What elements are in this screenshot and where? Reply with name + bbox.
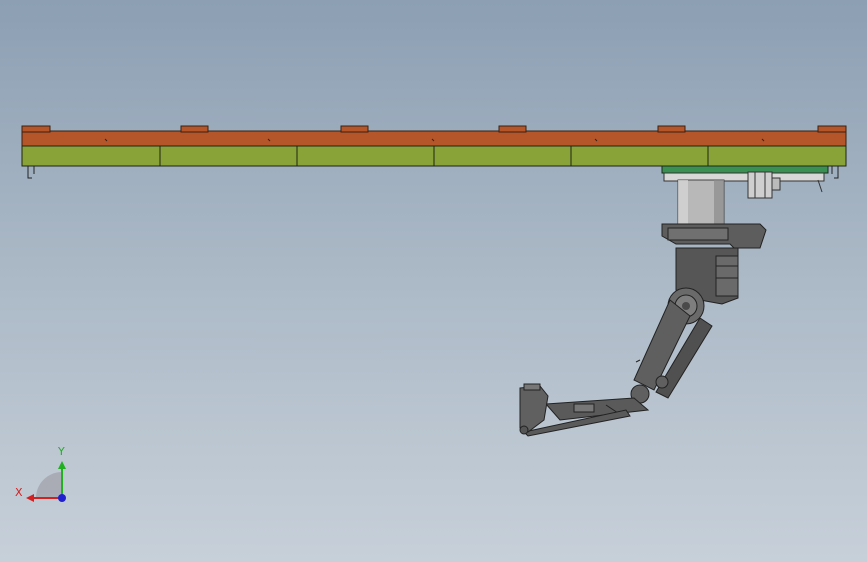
triad-x-label: X — [15, 486, 23, 499]
model-scene[interactable]: X Y — [0, 0, 867, 562]
triad-z-axis — [58, 494, 66, 502]
carriage-plate — [661, 165, 829, 174]
carriage-motor — [747, 171, 773, 199]
triad-y-arrow — [58, 461, 66, 469]
cad-viewport[interactable]: X Y — [0, 0, 867, 562]
triad-y-label: Y — [57, 445, 65, 458]
triad-x-arrow — [26, 494, 34, 502]
view-triad[interactable]: X Y — [15, 445, 66, 502]
triad-quadrant — [36, 472, 62, 498]
carriage-connector — [771, 177, 781, 191]
robot-wrist — [519, 385, 549, 433]
robot-arm[interactable] — [519, 179, 767, 437]
rail-top-beam — [21, 130, 847, 147]
